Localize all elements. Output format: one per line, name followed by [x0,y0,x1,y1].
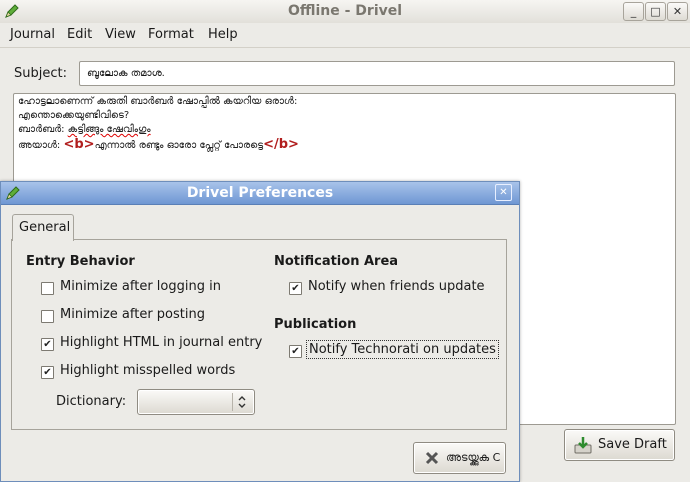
save-draft-icon [574,437,592,454]
notify-technorati-checkbox[interactable]: ✔ [289,345,302,358]
highlight-misspelled-checkbox[interactable]: ✔ [41,366,54,379]
menu-format[interactable]: Format [148,27,194,42]
notification-area-heading: Notification Area [274,254,399,269]
highlight-html-checkbox[interactable]: ✔ [41,338,54,351]
editor-line-3: ബാർബർ: കട്ടിങ്ങും ഷേവിംഗും [18,124,151,135]
notify-friends-checkbox[interactable]: ✔ [289,282,302,295]
publication-heading: Publication [274,317,357,332]
dialog-close-action-button[interactable]: അടയ്ക്കുക C [413,442,506,474]
min-post-checkbox[interactable] [41,310,54,323]
close-button[interactable]: ✕ [667,2,688,21]
menu-edit[interactable]: Edit [67,27,92,42]
entry-behavior-heading: Entry Behavior [26,254,135,269]
misspelled-word: കട്ടിങ്ങും ഷേവിംഗും [67,124,151,135]
min-login-label[interactable]: Minimize after logging in [60,279,221,294]
menu-view[interactable]: View [105,27,136,42]
combo-arrows-icon [238,396,246,408]
editor-line-4: അയാൾ: <b>എന്നാൽ രണ്ടും ഓരോ പ്ലേറ്റ് പോരട… [18,137,299,152]
html-tag-open: <b> [63,137,95,152]
close-x-icon [425,451,439,465]
dialog-title: Drivel Preferences [186,185,334,201]
highlight-misspelled-label[interactable]: Highlight misspelled words [60,363,235,378]
editor-line-2: എന്തൊക്കെയുണ്ടിവിടെ? [18,110,130,121]
html-tag-close: </b> [263,137,299,152]
dictionary-label: Dictionary: [56,394,127,409]
editor-line-4-text: എന്നാൽ രണ്ടും ഓരോ പ്ലേറ്റ് പോരട്ടെ [94,140,264,151]
editor-line-3-prefix: ബാർബർ: [18,124,68,135]
notify-technorati-label[interactable]: Notify Technorati on updates [306,340,499,359]
editor-line-4-prefix: അയാൾ: [18,140,64,151]
subject-input[interactable]: ബൂലോക തമാശ. [79,61,675,86]
preferences-dialog: Drivel Preferences ✕ General Entry Behav… [0,181,520,482]
dialog-close-action-label: അടയ്ക്കുക C [446,451,501,464]
menubar: Journal Edit View Format Help [0,23,690,48]
highlight-html-label[interactable]: Highlight HTML in journal entry [60,335,262,350]
save-draft-label: Save Draft [598,437,667,452]
min-post-label[interactable]: Minimize after posting [60,307,205,322]
subject-value: ബൂലോക തമാശ. [87,68,165,79]
maximize-button[interactable]: □ [645,2,666,21]
combo-separator [232,393,233,411]
window-title: Offline - Drivel [287,3,403,19]
save-draft-button[interactable]: Save Draft [564,429,675,461]
editor-line-1: ഹോട്ടലാണെന്ന് കരുതി ബാർബർ ഷോപ്പിൽ കയറിയ … [18,96,298,107]
notify-friends-label[interactable]: Notify when friends update [308,279,485,294]
menu-journal[interactable]: Journal [10,27,55,42]
dialog-titlebar[interactable]: Drivel Preferences ✕ [1,182,519,205]
dictionary-combo[interactable] [137,389,255,415]
minimize-button[interactable]: _ [623,2,644,21]
dialog-close-button[interactable]: ✕ [495,184,512,201]
menu-help[interactable]: Help [208,27,238,42]
tab-general[interactable]: General [12,214,74,241]
min-login-checkbox[interactable] [41,282,54,295]
tab-general-label: General [19,220,71,235]
subject-label: Subject: [14,66,67,81]
main-titlebar[interactable]: Offline - Drivel _ □ ✕ [0,0,690,24]
